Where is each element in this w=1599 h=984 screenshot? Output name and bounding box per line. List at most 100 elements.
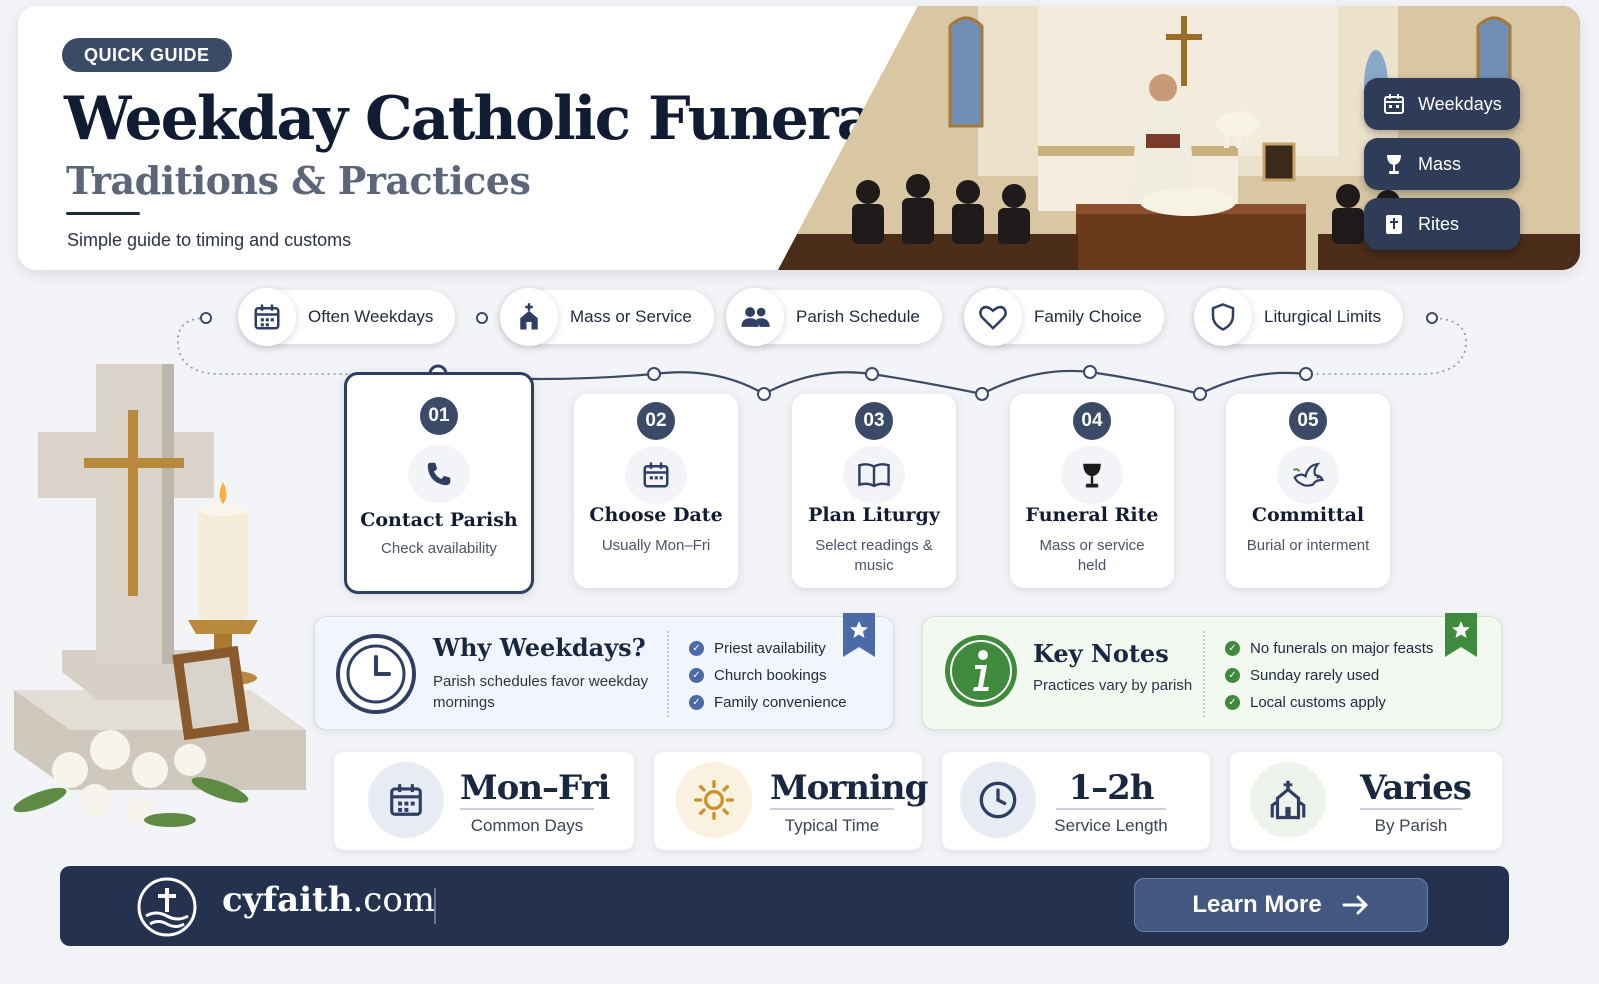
pill-label: Family Choice: [1034, 307, 1142, 326]
stat-label: Typical Time: [784, 816, 880, 835]
list-item: ✓ Local customs apply: [1225, 689, 1433, 716]
church-icon: [500, 288, 558, 346]
pill-mass-or-service[interactable]: Mass or Service: [500, 288, 714, 346]
memorial-cross-illustration: [13, 364, 306, 827]
clock-icon: [336, 634, 416, 714]
people-icon: [726, 288, 784, 346]
step-number: 05: [1289, 402, 1327, 440]
step-card-contact-parish[interactable]: 01 Contact Parish Check availability: [344, 372, 534, 594]
step-card-choose-date[interactable]: 02 Choose Date Usually Mon–Fri: [574, 394, 738, 588]
list-item: ✓ Family convenience: [689, 689, 847, 716]
book-icon: [843, 446, 905, 504]
stat-label: By Parish: [1374, 816, 1448, 835]
key-notes-list: ✓ No funerals on major feasts ✓ Sunday rar…: [1225, 635, 1433, 716]
side-button-label: Mass: [1418, 153, 1462, 174]
stat-value: Mon–Fri: [460, 768, 610, 810]
step-number: 03: [855, 402, 893, 440]
check-icon: ✓: [689, 695, 704, 710]
quick-guide-badge: QUICK GUIDE: [62, 38, 232, 72]
list-item-text: Sunday rarely used: [1250, 667, 1380, 684]
brand-name[interactable]: cyfaith.com: [222, 880, 435, 920]
title-underline: [66, 212, 140, 215]
step-card-committal[interactable]: 05 Committal Burial or interment: [1226, 394, 1390, 588]
pill-label: Liturgical Limits: [1264, 307, 1382, 326]
step-subtitle: Usually Mon–Fri: [601, 537, 711, 554]
why-weekdays-list: ✓ Priest availability ✓ Church bookings ✓ F…: [689, 635, 847, 716]
cross-book-icon: [1386, 215, 1402, 234]
pill-label: Often Weekdays: [308, 307, 434, 326]
step-title: Choose Date: [589, 504, 723, 526]
stat-value: Varies: [1360, 768, 1472, 810]
check-icon: ✓: [1225, 695, 1240, 710]
why-weekdays-panel: Why Weekdays? Parish schedules favor wee…: [314, 613, 894, 730]
step-subtitle: Select readings & music: [815, 537, 933, 574]
footer-bar: cyfaith.com Learn More: [60, 866, 1509, 946]
check-icon: ✓: [1225, 668, 1240, 683]
calendar-icon: [238, 288, 296, 346]
stat-card-varies: Varies By Parish: [1230, 752, 1502, 850]
arrow-right-icon: [1342, 895, 1368, 915]
sun-icon: [676, 762, 752, 838]
learn-more-button[interactable]: Learn More: [1134, 878, 1428, 932]
page-title: Weekday Catholic Funerals?: [64, 84, 961, 154]
church-icon: [1250, 762, 1326, 838]
check-icon: ✓: [1225, 641, 1240, 656]
list-item-text: No funerals on major feasts: [1250, 640, 1434, 657]
pill-label: Parish Schedule: [796, 307, 920, 326]
step-number: 04: [1073, 402, 1111, 440]
phone-icon: [408, 445, 470, 503]
key-notes-panel: Key Notes Practices vary by parish ✓ No f…: [922, 613, 1502, 730]
tagline: Simple guide to timing and customs: [67, 230, 352, 250]
calendar-icon: [625, 446, 687, 504]
chalice-icon: [1387, 155, 1401, 174]
side-button-mass[interactable]: Mass: [1364, 138, 1520, 190]
step-title: Contact Parish: [360, 509, 518, 531]
step-subtitle: Mass or service held: [1039, 537, 1145, 574]
step-card-funeral-rite[interactable]: 04 Funeral Rite Mass or service held: [1010, 394, 1174, 588]
side-button-weekdays[interactable]: Weekdays: [1364, 78, 1520, 130]
list-item-text: Family convenience: [714, 694, 847, 711]
step-title: Funeral Rite: [1025, 504, 1159, 526]
stat-card-common-days: Mon–Fri Common Days: [334, 752, 634, 850]
footer-divider: [434, 888, 436, 924]
stat-card-typical-time: Morning Typical Time: [654, 752, 928, 850]
check-icon: ✓: [689, 641, 704, 656]
chalice-icon: [1061, 446, 1123, 504]
step-title: Plan Liturgy: [808, 504, 940, 526]
pill-liturgical-limits[interactable]: Liturgical Limits: [1194, 288, 1404, 346]
pill-often-weekdays[interactable]: Often Weekdays: [238, 288, 456, 346]
star-ribbon-icon: [843, 613, 875, 657]
side-button-label: Weekdays: [1418, 93, 1502, 114]
list-item-text: Church bookings: [714, 667, 827, 684]
pill-family-choice[interactable]: Family Choice: [964, 288, 1164, 346]
brand-name-bold: cyfaith: [222, 880, 353, 920]
list-item: ✓ No funerals on major feasts: [1225, 635, 1433, 662]
info-icon: [945, 635, 1017, 707]
learn-more-label: Learn More: [1192, 891, 1322, 918]
step-number: 02: [637, 402, 675, 440]
stat-card-service-length: 1–2h Service Length: [942, 752, 1210, 850]
calendar-icon: [1384, 94, 1404, 114]
calendar-icon: [368, 762, 444, 838]
step-subtitle: Burial or interment: [1246, 537, 1370, 554]
clock-icon: [960, 762, 1036, 838]
header-banner: QUICK GUIDE Weekday Catholic Funerals? T…: [18, 6, 1580, 270]
stat-label: Service Length: [1054, 816, 1168, 835]
list-item: ✓ Church bookings: [689, 662, 847, 689]
brand-name-domain: .com: [352, 880, 436, 920]
step-subtitle: Check availability: [381, 540, 497, 557]
list-item-text: Priest availability: [714, 640, 826, 657]
stat-value: Morning: [770, 768, 928, 810]
pill-parish-schedule[interactable]: Parish Schedule: [726, 288, 942, 346]
pill-label: Mass or Service: [570, 307, 692, 326]
key-notes-title: Key Notes: [1033, 639, 1169, 668]
step-card-plan-liturgy[interactable]: 03 Plan Liturgy Select readings & music: [792, 394, 956, 588]
step-title: Committal: [1251, 504, 1365, 526]
side-button-rites[interactable]: Rites: [1364, 198, 1520, 250]
brand-logo-icon: [137, 877, 197, 937]
panel-divider: [1203, 631, 1205, 717]
step-number: 01: [420, 397, 458, 435]
shield-icon: [1194, 288, 1252, 346]
why-weekdays-text: Parish schedules favor weekday mornings: [433, 673, 649, 711]
list-item: ✓ Priest availability: [689, 635, 847, 662]
